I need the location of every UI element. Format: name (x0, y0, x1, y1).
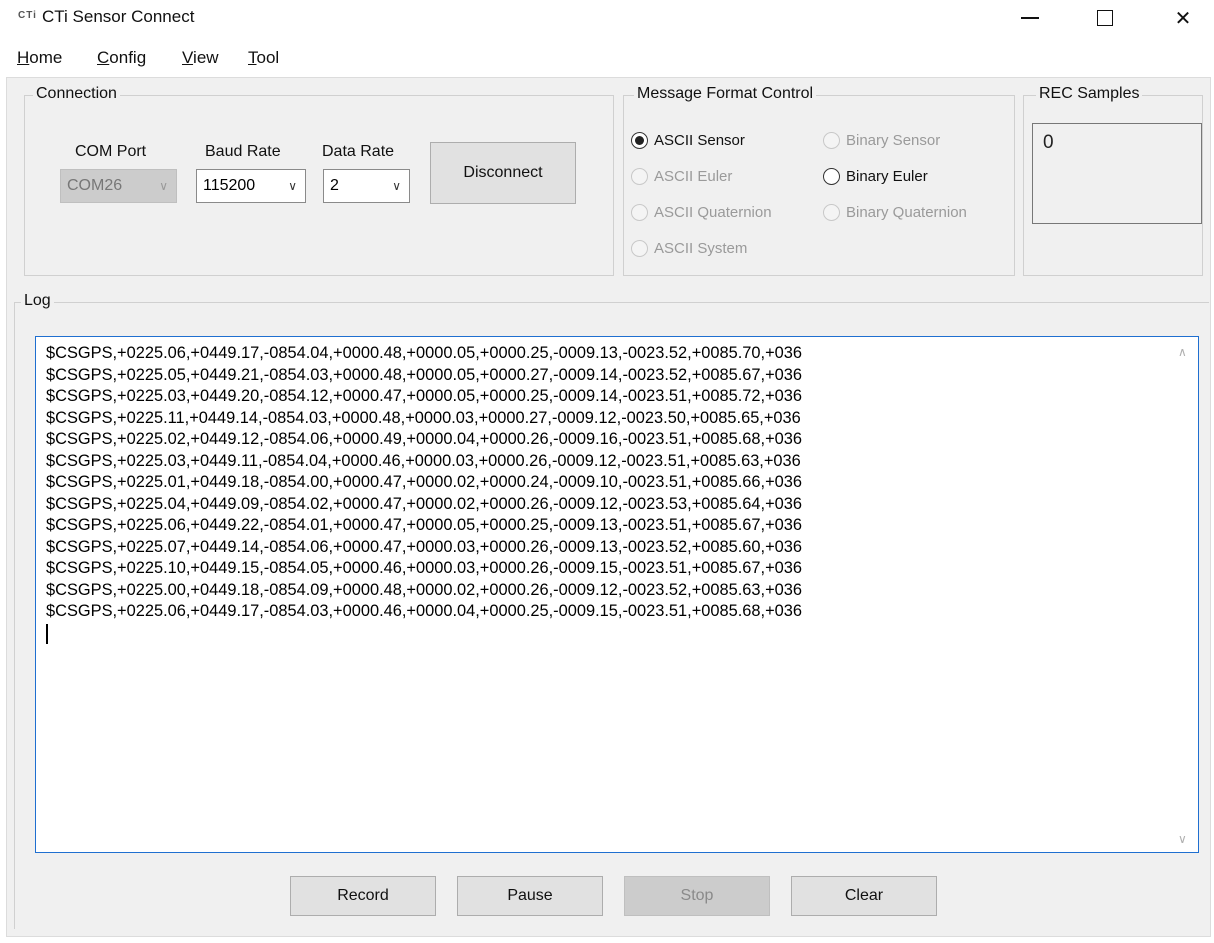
menu-tool[interactable]: Tool (248, 48, 279, 68)
clear-button[interactable]: Clear (791, 876, 937, 916)
log-line: $CSGPS,+0225.06,+0449.17,-0854.04,+0000.… (46, 344, 802, 362)
stop-button[interactable]: Stop (624, 876, 770, 916)
log-line: $CSGPS,+0225.10,+0449.15,-0854.05,+0000.… (46, 559, 802, 577)
connection-legend: Connection (33, 85, 120, 103)
log-line: $CSGPS,+0225.04,+0449.09,-0854.02,+0000.… (46, 494, 802, 513)
menu-bar: Home Config View Tool (0, 45, 1214, 71)
message-format-group: Message Format Control ASCII Sensor Bina… (623, 85, 1015, 276)
log-line: $CSGPS,+0225.11,+0449.14,-0854.03,+0000.… (46, 408, 801, 427)
radio-ascii-system[interactable]: ASCII System (631, 240, 747, 257)
log-line: $CSGPS,+0225.07,+0449.14,-0854.06,+0000.… (46, 537, 802, 556)
radio-icon (823, 132, 840, 149)
log-line: $CSGPS,+0225.03,+0449.11,-0854.04,+0000.… (46, 451, 801, 470)
chevron-down-icon: ∨ (392, 179, 401, 193)
menu-home[interactable]: Home (17, 48, 62, 68)
com-port-select[interactable]: COM26 ∨ (60, 169, 177, 203)
window-title: CTi Sensor Connect (42, 7, 195, 26)
log-textarea[interactable]: $CSGPS,+0225.06,+0449.17,-0854.04,+0000.… (35, 336, 1199, 853)
log-line: $CSGPS,+0225.01,+0449.18,-0854.00,+0000.… (46, 473, 802, 491)
record-button[interactable]: Record (290, 876, 436, 916)
pause-button[interactable]: Pause (457, 876, 603, 916)
log-line: $CSGPS,+0225.02,+0449.12,-0854.06,+0000.… (46, 430, 802, 448)
baud-rate-label: Baud Rate (205, 143, 281, 160)
disconnect-button[interactable]: Disconnect (430, 142, 576, 204)
radio-icon (823, 168, 840, 185)
com-port-label: COM Port (75, 143, 147, 160)
message-format-legend: Message Format Control (634, 85, 817, 103)
radio-icon (631, 240, 648, 257)
data-rate-select[interactable]: 2 ∨ (323, 169, 410, 203)
maximize-button[interactable] (1077, 0, 1133, 36)
radio-icon (631, 204, 648, 221)
radio-selected-icon (631, 132, 648, 149)
baud-rate-select[interactable]: 115200 ∨ (196, 169, 306, 203)
rec-samples-legend: REC Samples (1036, 85, 1143, 103)
close-icon: ✕ (1174, 7, 1192, 30)
minimize-button[interactable] (1002, 0, 1058, 36)
scroll-down-icon[interactable]: ∨ (1178, 832, 1187, 846)
radio-binary-quaternion[interactable]: Binary Quaternion (823, 204, 967, 221)
log-line: $CSGPS,+0225.06,+0449.22,-0854.01,+0000.… (46, 516, 802, 534)
radio-ascii-euler[interactable]: ASCII Euler (631, 168, 732, 185)
chevron-down-icon: ∨ (288, 179, 297, 193)
log-scrollbar[interactable]: ∧ ∨ (1172, 337, 1198, 852)
log-lines: $CSGPS,+0225.06,+0449.17,-0854.04,+0000.… (46, 343, 802, 644)
maximize-icon (1097, 10, 1113, 26)
rec-samples-group: REC Samples 0 (1023, 85, 1203, 276)
data-rate-label: Data Rate (322, 143, 395, 160)
main-panel: Connection COM Port COM26 ∨ Baud Rate 11… (6, 77, 1211, 937)
log-group: Log $CSGPS,+0225.06,+0449.17,-0854.04,+0… (14, 292, 1209, 929)
minimize-icon (1021, 17, 1039, 19)
text-caret (46, 623, 48, 644)
data-rate-value: 2 (330, 177, 339, 194)
radio-ascii-sensor[interactable]: ASCII Sensor (631, 132, 745, 149)
close-button[interactable]: ✕ (1155, 0, 1211, 36)
baud-rate-value: 115200 (203, 177, 256, 194)
radio-binary-euler[interactable]: Binary Euler (823, 168, 928, 185)
radio-icon (631, 168, 648, 185)
log-line: $CSGPS,+0225.05,+0449.21,-0854.03,+0000.… (46, 365, 802, 384)
log-line: $CSGPS,+0225.03,+0449.20,-0854.12,+0000.… (46, 387, 802, 405)
radio-icon (823, 204, 840, 221)
log-line: $CSGPS,+0225.00,+0449.18,-0854.09,+0000.… (46, 580, 802, 599)
log-legend: Log (21, 292, 54, 310)
com-port-value: COM26 (67, 177, 123, 194)
log-line: $CSGPS,+0225.06,+0449.17,-0854.03,+0000.… (46, 602, 802, 620)
chevron-down-icon: ∨ (159, 179, 168, 193)
radio-binary-sensor[interactable]: Binary Sensor (823, 132, 940, 149)
title-bar: CTi CTi Sensor Connect ✕ (0, 0, 1214, 40)
connection-group: Connection COM Port COM26 ∨ Baud Rate 11… (24, 85, 614, 276)
rec-samples-count: 0 (1032, 123, 1202, 224)
scroll-up-icon[interactable]: ∧ (1178, 345, 1187, 359)
radio-ascii-quaternion[interactable]: ASCII Quaternion (631, 204, 772, 221)
menu-config[interactable]: Config (97, 48, 146, 68)
app-logo-icon: CTi (18, 10, 37, 21)
menu-view[interactable]: View (182, 48, 219, 68)
